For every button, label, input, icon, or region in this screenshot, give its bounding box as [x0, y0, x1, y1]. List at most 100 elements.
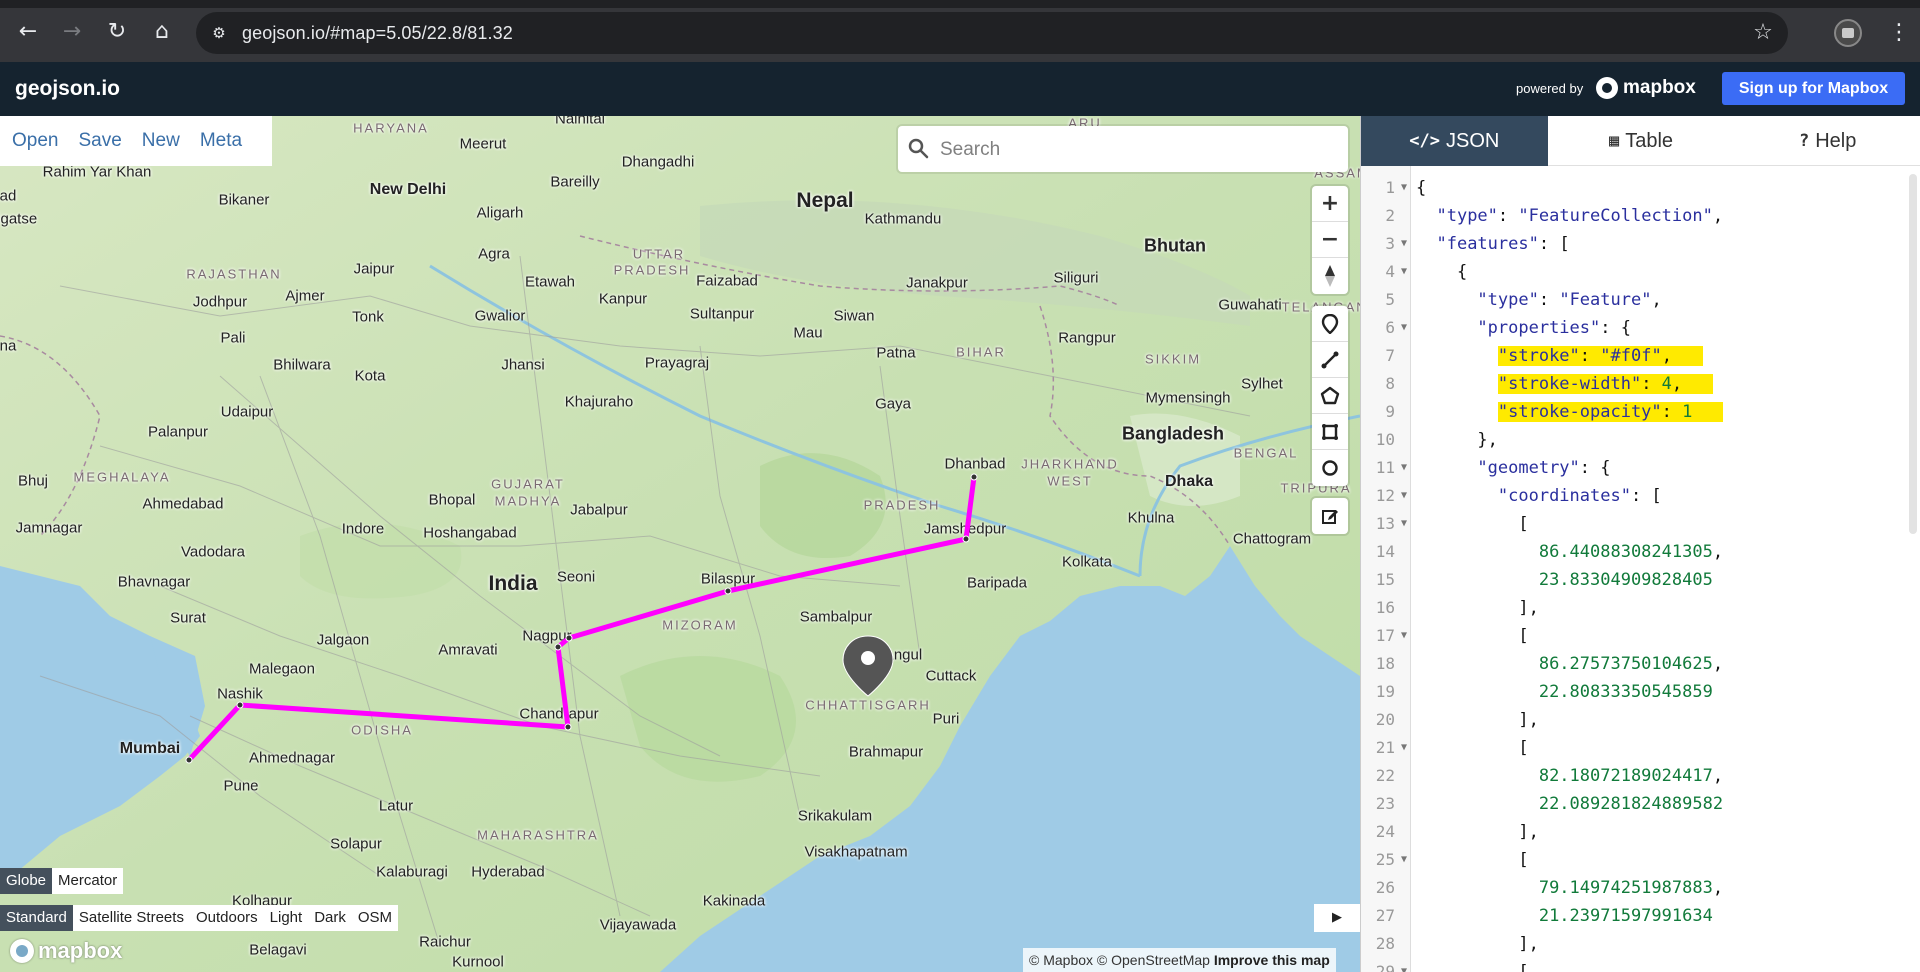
- code-line[interactable]: 8 "stroke-width": 4,: [1361, 370, 1906, 398]
- url-text[interactable]: geojson.io/#map=5.05/22.8/81.32: [242, 23, 513, 44]
- code-text[interactable]: [: [1416, 734, 1528, 762]
- projection-mercator[interactable]: Mercator: [52, 868, 123, 894]
- search-input[interactable]: Search: [940, 139, 1000, 161]
- style-dark[interactable]: Dark: [308, 905, 352, 931]
- line-vertex[interactable]: [724, 587, 732, 595]
- style-satellite-streets[interactable]: Satellite Streets: [73, 905, 190, 931]
- json-editor[interactable]: 1 ▼ {2 "type": "FeatureCollection", 3 ▼ "fea…: [1361, 166, 1920, 972]
- code-text[interactable]: "stroke-opacity": 1: [1416, 398, 1724, 426]
- code-text[interactable]: [: [1416, 846, 1528, 874]
- line-vertex[interactable]: [236, 701, 244, 709]
- code-text[interactable]: [: [1416, 622, 1528, 650]
- code-line[interactable]: 18 86.27573750104625,: [1361, 650, 1906, 678]
- code-line[interactable]: 25 ▼ [: [1361, 846, 1906, 874]
- code-line[interactable]: 1 ▼ {: [1361, 174, 1906, 202]
- brand-title[interactable]: geojson.io: [15, 77, 120, 101]
- improve-map-link[interactable]: Improve this map: [1214, 952, 1330, 968]
- fold-toggle-icon[interactable]: ▼: [1401, 734, 1407, 762]
- code-text[interactable]: "stroke": "#f0f",: [1416, 342, 1703, 370]
- zoom-out-button[interactable]: −: [1312, 222, 1348, 258]
- fold-toggle-icon[interactable]: ▼: [1401, 482, 1407, 510]
- code-line[interactable]: 17 ▼ [: [1361, 622, 1906, 650]
- fold-toggle-icon[interactable]: ▼: [1401, 314, 1407, 342]
- code-text[interactable]: [: [1416, 958, 1528, 972]
- code-line[interactable]: 13 ▼ [: [1361, 510, 1906, 538]
- mapbox-map-logo[interactable]: mapbox: [10, 936, 122, 966]
- line-vertex[interactable]: [564, 723, 572, 731]
- code-text[interactable]: "type": "Feature",: [1416, 286, 1661, 314]
- line-vertex[interactable]: [185, 756, 193, 764]
- code-text[interactable]: 23.83304909828405: [1416, 566, 1713, 594]
- fold-toggle-icon[interactable]: ▼: [1401, 622, 1407, 650]
- editor-scrollbar[interactable]: [1909, 174, 1917, 534]
- attribution-osm[interactable]: © OpenStreetMap: [1097, 952, 1210, 968]
- fold-toggle-icon[interactable]: ▼: [1401, 230, 1407, 258]
- tab-json[interactable]: </> JSON: [1361, 116, 1548, 166]
- code-line[interactable]: 15 23.83304909828405: [1361, 566, 1906, 594]
- zoom-in-button[interactable]: +: [1312, 186, 1348, 222]
- code-text[interactable]: ],: [1416, 594, 1538, 622]
- fold-toggle-icon[interactable]: ▼: [1401, 174, 1407, 202]
- code-line[interactable]: 23 22.089281824889582: [1361, 790, 1906, 818]
- draw-line-button[interactable]: [1312, 342, 1348, 378]
- fold-toggle-icon[interactable]: ▼: [1401, 958, 1407, 972]
- code-text[interactable]: },: [1416, 426, 1497, 454]
- code-line[interactable]: 5 "type": "Feature",: [1361, 286, 1906, 314]
- code-line[interactable]: 21 ▼ [: [1361, 734, 1906, 762]
- draw-circle-button[interactable]: [1312, 450, 1348, 486]
- collapse-panel-button[interactable]: ▶: [1314, 904, 1360, 932]
- draw-point-button[interactable]: [1312, 306, 1348, 342]
- code-text[interactable]: "coordinates": [: [1416, 482, 1662, 510]
- site-info-icon[interactable]: ⚙: [208, 22, 230, 44]
- code-text[interactable]: 86.27573750104625,: [1416, 650, 1723, 678]
- drawn-linestring[interactable]: [186, 474, 977, 763]
- code-text[interactable]: "properties": {: [1416, 314, 1631, 342]
- code-line[interactable]: 11 ▼ "geometry": {: [1361, 454, 1906, 482]
- code-text[interactable]: ],: [1416, 818, 1538, 846]
- code-line[interactable]: 10 },: [1361, 426, 1906, 454]
- meta-button[interactable]: Meta: [200, 130, 242, 152]
- code-line[interactable]: 6 ▼ "properties": {: [1361, 314, 1906, 342]
- code-text[interactable]: "stroke-width": 4,: [1416, 370, 1713, 398]
- line-vertex[interactable]: [554, 643, 562, 651]
- tab-table[interactable]: ▦ Table: [1548, 116, 1735, 166]
- projection-globe[interactable]: Globe: [0, 868, 53, 894]
- map-marker[interactable]: [842, 635, 894, 697]
- code-line[interactable]: 4 ▼ {: [1361, 258, 1906, 286]
- code-text[interactable]: 22.089281824889582: [1416, 790, 1723, 818]
- line-vertex[interactable]: [565, 634, 573, 642]
- reload-button[interactable]: ↻: [101, 16, 133, 48]
- new-button[interactable]: New: [142, 130, 180, 152]
- map-canvas[interactable]: Nepal India Bhutan Bangladesh New Delhi Mumba…: [0, 116, 1360, 972]
- code-text[interactable]: "geometry": {: [1416, 454, 1610, 482]
- code-line[interactable]: 2 "type": "FeatureCollection",: [1361, 202, 1906, 230]
- edit-geometry-button[interactable]: [1312, 498, 1348, 534]
- code-line[interactable]: 16 ],: [1361, 594, 1906, 622]
- search-box[interactable]: Search: [898, 126, 1348, 172]
- code-text[interactable]: 21.23971597991634: [1416, 902, 1713, 930]
- code-line[interactable]: 27 21.23971597991634: [1361, 902, 1906, 930]
- open-button[interactable]: Open: [12, 130, 58, 152]
- code-text[interactable]: 22.80833350545859: [1416, 678, 1713, 706]
- code-line[interactable]: 22 82.18072189024417,: [1361, 762, 1906, 790]
- code-line[interactable]: 26 79.14974251987883,: [1361, 874, 1906, 902]
- code-line[interactable]: 29 ▼ [: [1361, 958, 1906, 972]
- browser-menu-icon[interactable]: ⋮: [1888, 18, 1910, 48]
- fold-toggle-icon[interactable]: ▼: [1401, 258, 1407, 286]
- code-text[interactable]: "type": "FeatureCollection",: [1416, 202, 1723, 230]
- code-line[interactable]: 28 ],: [1361, 930, 1906, 958]
- code-line[interactable]: 24 ],: [1361, 818, 1906, 846]
- code-line[interactable]: 9 "stroke-opacity": 1: [1361, 398, 1906, 426]
- code-text[interactable]: "features": [: [1416, 230, 1569, 258]
- style-osm[interactable]: OSM: [352, 905, 398, 931]
- compass-button[interactable]: [1312, 258, 1348, 294]
- address-bar[interactable]: ⚙ geojson.io/#map=5.05/22.8/81.32 ☆: [196, 12, 1788, 54]
- save-button[interactable]: Save: [78, 130, 121, 152]
- style-outdoors[interactable]: Outdoors: [190, 905, 264, 931]
- draw-rectangle-button[interactable]: [1312, 414, 1348, 450]
- code-text[interactable]: 86.44088308241305,: [1416, 538, 1723, 566]
- code-text[interactable]: {: [1416, 174, 1426, 202]
- code-text[interactable]: 82.18072189024417,: [1416, 762, 1723, 790]
- attribution-mapbox[interactable]: © Mapbox: [1029, 952, 1093, 968]
- code-line[interactable]: 14 86.44088308241305,: [1361, 538, 1906, 566]
